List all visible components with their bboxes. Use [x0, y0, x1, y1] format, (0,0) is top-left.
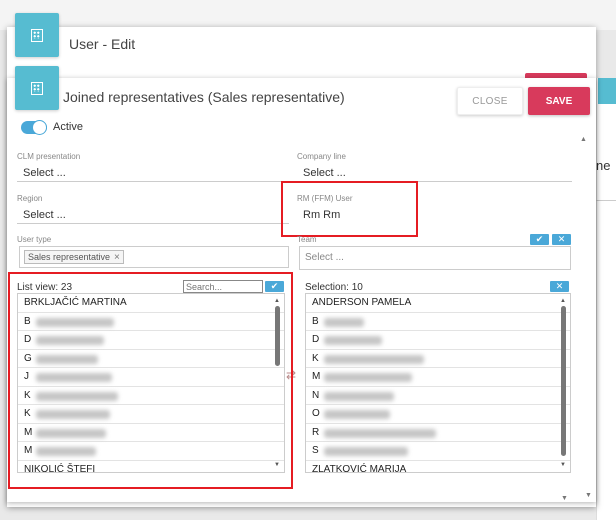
background-panel	[596, 78, 616, 520]
dialog-scroll-up-icon[interactable]: ▲	[580, 136, 587, 143]
close-button[interactable]: CLOSE	[457, 87, 523, 115]
user-type-label: User type	[17, 235, 52, 244]
selection-item[interactable]: S	[306, 442, 570, 461]
clm-presentation-underline	[17, 181, 289, 182]
selection-item[interactable]: M	[306, 368, 570, 387]
highlight-rm-user	[281, 181, 418, 237]
save-button[interactable]: SAVE	[528, 87, 590, 115]
region-underline	[17, 223, 289, 224]
selection-item[interactable]: ZLATKOVIĆ MARIJA	[306, 461, 570, 473]
selection-count: Selection: 10	[305, 282, 363, 293]
active-toggle[interactable]	[21, 120, 47, 135]
active-label: Active	[53, 121, 83, 133]
outer-scroll-down-icon[interactable]: ▼	[585, 492, 592, 499]
dialog-title: Joined representatives (Sales representa…	[63, 89, 345, 105]
building-icon	[15, 13, 59, 57]
building-icon	[15, 66, 59, 110]
scroll-up-icon[interactable]: ▲	[560, 298, 566, 304]
company-line-select[interactable]: Select ...	[303, 167, 346, 179]
selection-item[interactable]: N	[306, 387, 570, 405]
selection-item[interactable]: B	[306, 313, 570, 331]
remove-tag-icon[interactable]: ×	[114, 252, 120, 263]
background-divider	[596, 200, 616, 201]
dialog-scroll-down-icon[interactable]: ▼	[561, 495, 568, 502]
background-column-header: ne ⇕	[596, 158, 616, 173]
company-line-label: Company line	[297, 152, 346, 161]
selection-scrollbar[interactable]: ▲ ▼	[560, 298, 568, 468]
selection-item[interactable]: D	[306, 331, 570, 350]
selection-item[interactable]: K	[306, 350, 570, 368]
region-select[interactable]: Select ...	[23, 209, 66, 221]
team-label: Team	[297, 235, 317, 244]
selection-box[interactable]: ANDERSON PAMELA B D K M N O R S ZLATKOVI…	[305, 293, 571, 473]
region-label: Region	[17, 194, 43, 203]
selection-clear-icon[interactable]: ✕	[550, 281, 569, 292]
clm-presentation-select[interactable]: Select ...	[23, 167, 66, 179]
team-select[interactable]: Select ...	[299, 246, 571, 270]
background-teal-bar	[598, 78, 616, 104]
clm-presentation-label: CLM presentation	[17, 152, 81, 161]
background-page	[0, 0, 616, 30]
team-placeholder: Select ...	[305, 252, 344, 263]
selection-item[interactable]: R	[306, 424, 570, 442]
scroll-down-icon[interactable]: ▼	[560, 462, 566, 468]
user-type-tag: Sales representative ×	[24, 250, 124, 264]
user-edit-title: User - Edit	[69, 36, 136, 52]
team-select-all-icon[interactable]: ✔	[530, 234, 549, 245]
team-clear-icon[interactable]: ✕	[552, 234, 571, 245]
user-type-field[interactable]: Sales representative ×	[19, 246, 289, 268]
selection-item[interactable]: O	[306, 405, 570, 424]
highlight-list-view	[8, 272, 293, 489]
user-type-tag-label: Sales representative	[28, 252, 111, 262]
selection-scroll-thumb[interactable]	[561, 306, 566, 456]
selection-item[interactable]: ANDERSON PAMELA	[306, 294, 570, 313]
